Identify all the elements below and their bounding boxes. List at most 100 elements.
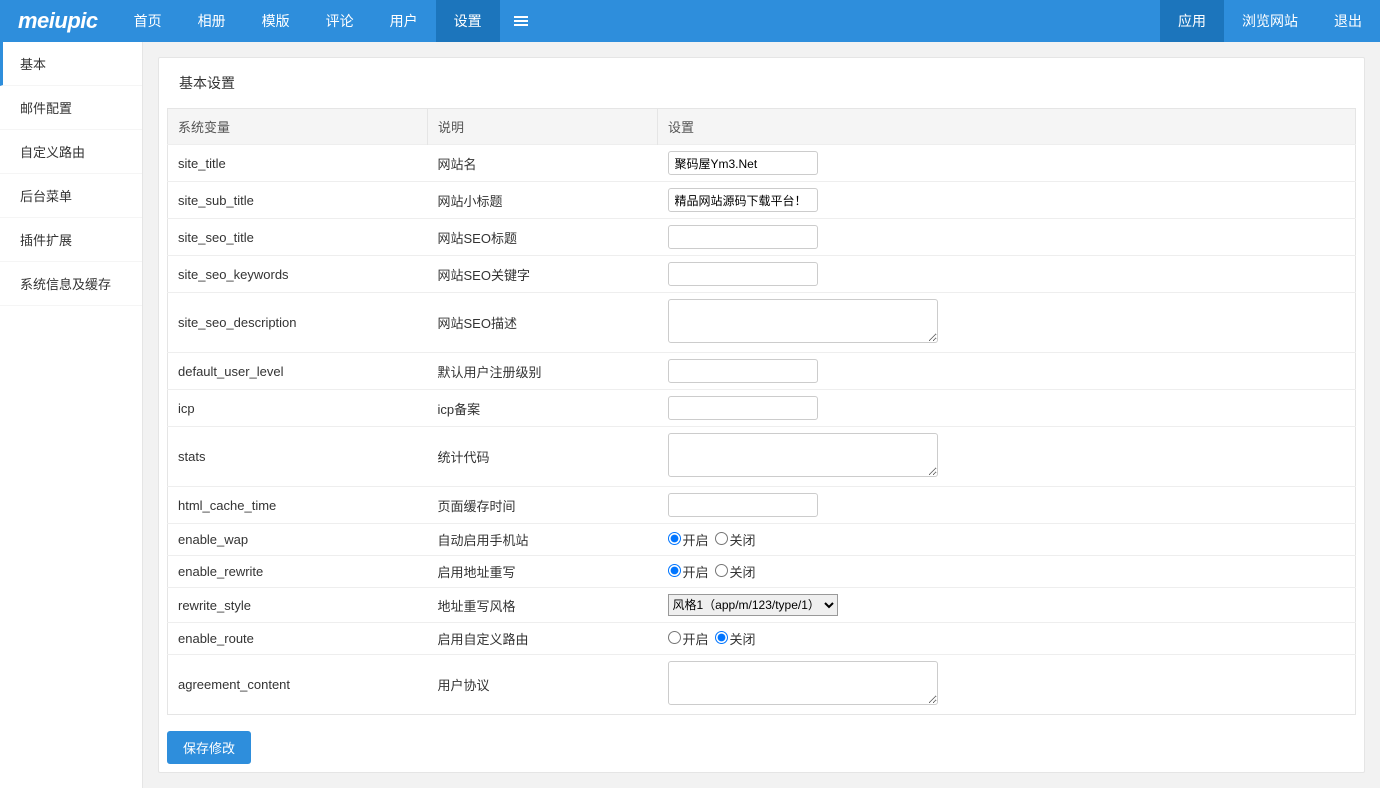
table-row: default_user_level默认用户注册级别 <box>168 353 1356 390</box>
topnav-item-评论[interactable]: 评论 <box>308 0 372 42</box>
topnav-right-浏览网站[interactable]: 浏览网站 <box>1224 0 1316 42</box>
cell-desc: 网站名 <box>428 145 658 182</box>
table-row: icpicp备案 <box>168 390 1356 427</box>
cell-setting <box>658 487 1356 524</box>
table-row: site_title网站名 <box>168 145 1356 182</box>
cell-var: site_seo_title <box>168 219 428 256</box>
table-row: site_seo_keywords网站SEO关键字 <box>168 256 1356 293</box>
cell-desc: 自动启用手机站 <box>428 524 658 556</box>
sidebar-item-系统信息及缓存[interactable]: 系统信息及缓存 <box>0 262 142 306</box>
input-html_cache_time[interactable] <box>668 493 818 517</box>
cell-setting: 风格1（app/m/123/type/1） <box>658 588 1356 623</box>
radio-label-on[interactable]: 开启 <box>668 533 709 548</box>
table-row: site_seo_title网站SEO标题 <box>168 219 1356 256</box>
sidebar-item-自定义路由[interactable]: 自定义路由 <box>0 130 142 174</box>
settings-table: 系统变量 说明 设置 site_title网站名site_sub_title网站… <box>167 108 1356 715</box>
table-row: enable_route启用自定义路由开启关闭 <box>168 623 1356 655</box>
textarea-stats[interactable] <box>668 433 938 477</box>
radio-enable_wap-on[interactable] <box>668 532 681 545</box>
table-row: agreement_content用户协议 <box>168 655 1356 715</box>
cell-setting <box>658 293 1356 353</box>
cell-var: site_sub_title <box>168 182 428 219</box>
topnav-item-用户[interactable]: 用户 <box>372 0 436 42</box>
cell-setting: 开启关闭 <box>658 524 1356 556</box>
topbar: meiupic 首页相册模版评论用户设置 应用浏览网站退出 <box>0 0 1380 42</box>
cell-setting <box>658 182 1356 219</box>
cell-desc: 地址重写风格 <box>428 588 658 623</box>
cell-var: html_cache_time <box>168 487 428 524</box>
input-site_title[interactable] <box>668 151 818 175</box>
main: 基本设置 系统变量 说明 设置 site_title网站名site_sub_ti… <box>143 42 1380 788</box>
cell-desc: 网站SEO描述 <box>428 293 658 353</box>
input-site_sub_title[interactable] <box>668 188 818 212</box>
topnav-item-相册[interactable]: 相册 <box>180 0 244 42</box>
sidebar-item-后台菜单[interactable]: 后台菜单 <box>0 174 142 218</box>
topnav-item-首页[interactable]: 首页 <box>116 0 180 42</box>
th-desc: 说明 <box>428 109 658 145</box>
cell-desc: 统计代码 <box>428 427 658 487</box>
input-icp[interactable] <box>668 396 818 420</box>
radio-enable_rewrite-on[interactable] <box>668 564 681 577</box>
cell-desc: 启用自定义路由 <box>428 623 658 655</box>
input-site_seo_keywords[interactable] <box>668 262 818 286</box>
sidebar-item-基本[interactable]: 基本 <box>0 42 142 86</box>
cell-desc: 页面缓存时间 <box>428 487 658 524</box>
cell-setting <box>658 390 1356 427</box>
topnav-left: 首页相册模版评论用户设置 <box>116 0 500 42</box>
table-row: stats统计代码 <box>168 427 1356 487</box>
cell-setting <box>658 145 1356 182</box>
textarea-site_seo_description[interactable] <box>668 299 938 343</box>
topnav-right: 应用浏览网站退出 <box>1160 0 1380 42</box>
topnav-right-应用[interactable]: 应用 <box>1160 0 1224 42</box>
textarea-agreement_content[interactable] <box>668 661 938 705</box>
cell-var: stats <box>168 427 428 487</box>
cell-setting <box>658 219 1356 256</box>
cell-desc: 启用地址重写 <box>428 556 658 588</box>
cell-var: site_title <box>168 145 428 182</box>
topnav-item-模版[interactable]: 模版 <box>244 0 308 42</box>
cell-desc: icp备案 <box>428 390 658 427</box>
radio-label-off[interactable]: 关闭 <box>715 533 756 548</box>
cell-var: site_seo_description <box>168 293 428 353</box>
sidebar-item-邮件配置[interactable]: 邮件配置 <box>0 86 142 130</box>
table-row: enable_rewrite启用地址重写开启关闭 <box>168 556 1356 588</box>
cell-var: enable_wap <box>168 524 428 556</box>
select-rewrite_style[interactable]: 风格1（app/m/123/type/1） <box>668 594 838 616</box>
cell-setting <box>658 256 1356 293</box>
panel-title: 基本设置 <box>159 58 1364 108</box>
input-site_seo_title[interactable] <box>668 225 818 249</box>
radio-group-enable_rewrite: 开启关闭 <box>668 565 762 580</box>
cell-var: enable_rewrite <box>168 556 428 588</box>
sidebar: 基本邮件配置自定义路由后台菜单插件扩展系统信息及缓存 <box>0 42 143 788</box>
menu-toggle[interactable] <box>500 0 542 42</box>
radio-label-on[interactable]: 开启 <box>668 565 709 580</box>
cell-var: default_user_level <box>168 353 428 390</box>
cell-desc: 网站SEO标题 <box>428 219 658 256</box>
sidebar-item-插件扩展[interactable]: 插件扩展 <box>0 218 142 262</box>
topnav-item-设置[interactable]: 设置 <box>436 0 500 42</box>
cell-var: icp <box>168 390 428 427</box>
cell-setting: 开启关闭 <box>658 623 1356 655</box>
table-row: site_sub_title网站小标题 <box>168 182 1356 219</box>
radio-enable_wap-off[interactable] <box>715 532 728 545</box>
radio-enable_rewrite-off[interactable] <box>715 564 728 577</box>
cell-setting <box>658 427 1356 487</box>
radio-label-on[interactable]: 开启 <box>668 632 709 647</box>
radio-label-off[interactable]: 关闭 <box>715 632 756 647</box>
cell-setting <box>658 655 1356 715</box>
table-row: site_seo_description网站SEO描述 <box>168 293 1356 353</box>
cell-desc: 网站SEO关键字 <box>428 256 658 293</box>
topnav-right-退出[interactable]: 退出 <box>1316 0 1380 42</box>
cell-setting: 开启关闭 <box>658 556 1356 588</box>
cell-var: site_seo_keywords <box>168 256 428 293</box>
cell-var: rewrite_style <box>168 588 428 623</box>
input-default_user_level[interactable] <box>668 359 818 383</box>
cell-setting <box>658 353 1356 390</box>
th-setting: 设置 <box>658 109 1356 145</box>
table-row: html_cache_time页面缓存时间 <box>168 487 1356 524</box>
logo: meiupic <box>0 0 116 42</box>
table-row: enable_wap自动启用手机站开启关闭 <box>168 524 1356 556</box>
th-var: 系统变量 <box>168 109 428 145</box>
save-button[interactable]: 保存修改 <box>167 731 251 764</box>
radio-label-off[interactable]: 关闭 <box>715 565 756 580</box>
